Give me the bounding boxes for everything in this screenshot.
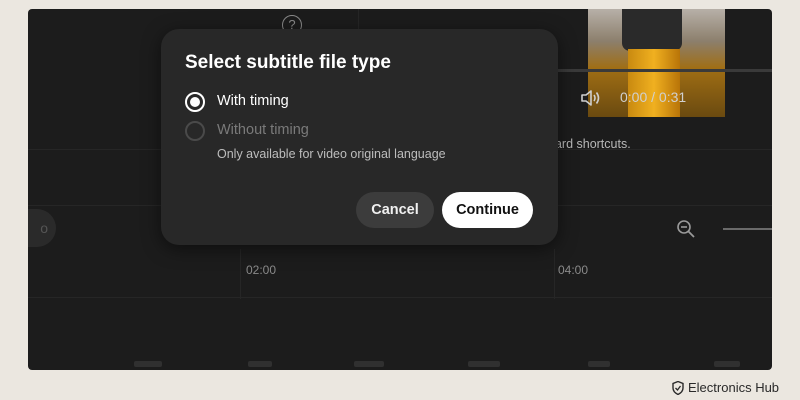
video-progress-bar[interactable]: [548, 69, 772, 72]
ghost-label: [468, 361, 500, 367]
video-time-readout: 0:00 / 0:31: [620, 89, 687, 105]
option-label-without-timing: Without timing: [217, 122, 309, 138]
video-frame-detail: [628, 49, 680, 117]
volume-icon[interactable]: [580, 89, 602, 107]
timeline-tick-label: 02:00: [246, 263, 277, 277]
ghost-label: [714, 361, 740, 367]
ghost-label: [588, 361, 610, 367]
radio-without-timing: [185, 121, 205, 141]
option-label-with-timing[interactable]: With timing: [217, 93, 289, 109]
subtitle-file-type-dialog: Select subtitle file type With timing Wi…: [161, 29, 558, 245]
video-frame-detail: [622, 9, 682, 51]
continue-button[interactable]: Continue: [442, 192, 533, 228]
ghost-label: [248, 361, 272, 367]
panel-divider: [28, 297, 772, 298]
shield-logo-icon: [672, 380, 684, 395]
ghost-label: [354, 361, 384, 367]
timeline-divider: [240, 249, 241, 299]
zoom-out-icon[interactable]: [676, 219, 696, 239]
radio-with-timing[interactable]: [185, 92, 205, 112]
option-hint-text: Only available for video original langua…: [217, 147, 446, 161]
watermark: Electronics Hub: [672, 380, 779, 395]
timeline-tick-label: 04:00: [558, 263, 589, 277]
keyboard-shortcuts-text: oard shortcuts.: [548, 137, 631, 151]
zoom-slider[interactable]: [723, 228, 772, 230]
timeline-divider: [554, 249, 555, 299]
watermark-brand: Electronics Hub: [688, 380, 780, 395]
partial-button[interactable]: o: [28, 209, 56, 247]
partial-button-label: o: [40, 220, 48, 236]
ghost-label: [134, 361, 162, 367]
dialog-title: Select subtitle file type: [185, 52, 391, 73]
cancel-button[interactable]: Cancel: [356, 192, 434, 228]
